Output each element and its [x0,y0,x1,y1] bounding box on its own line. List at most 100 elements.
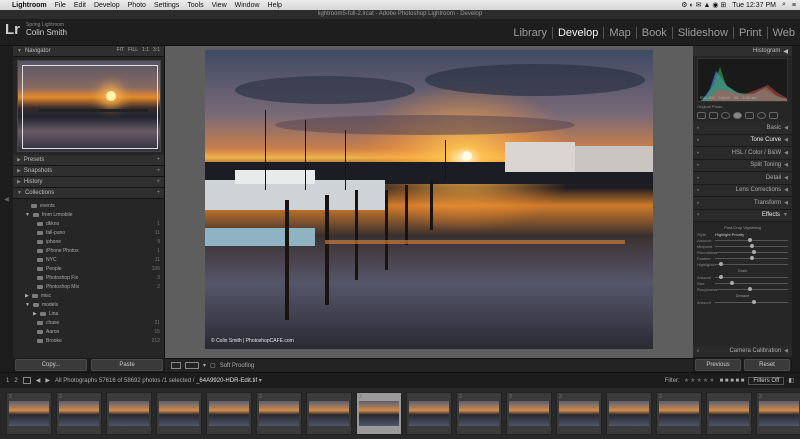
module-slideshow[interactable]: Slideshow [673,27,734,39]
checkbox-icon[interactable]: ▢ [210,362,216,369]
reset-button[interactable]: Reset [744,359,790,371]
module-library[interactable]: Library [508,27,553,39]
filmstrip-thumbnail[interactable]: 3 [256,392,302,435]
filmstrip-thumbnail[interactable]: 3 [506,392,552,435]
status-icons[interactable]: ⚙ ◐ ✉ ▲ ◉ ⊞ [681,1,726,9]
clock[interactable]: Tue 12:37 PM [732,2,776,9]
dropdown-chevron-icon[interactable]: ▾ [203,362,206,369]
adjustment-brush-icon[interactable] [769,112,778,119]
list-item[interactable]: Photoshop Mix 2 [17,282,160,291]
navigator-preview[interactable] [17,60,161,152]
style-select[interactable]: Highlight Priority [715,232,744,237]
grid-view-icon[interactable] [22,377,31,384]
list-item[interactable]: NYC 11 [17,255,160,264]
filters-off-select[interactable]: Filters Off [748,376,785,385]
section-split-toning[interactable]: ▸ Split Toning ◀ [693,159,792,172]
list-item[interactable]: ▼ from Lrmobile [17,210,160,219]
section-transform[interactable]: ▸ Transform ◀ [693,197,792,210]
slider-knob[interactable] [718,261,723,266]
right-panel-toggle[interactable] [792,46,800,372]
section-tone-curve[interactable]: ▸ Tone Curve ◀ [693,134,792,147]
soft-proofing-label[interactable]: Soft Proofing [220,363,255,369]
left-panel-toggle[interactable]: ◀ [0,46,13,372]
back-arrow-icon[interactable]: ◀ [36,377,41,384]
flag-filter-icons[interactable]: ■ ■ ■ ■ ■ [720,378,745,384]
slider-row[interactable]: Amount [697,299,788,305]
list-item[interactable]: iphone 9 [17,237,160,246]
histogram-chart[interactable]: ISO 400 14mm f/8 1/30 sec [697,58,788,102]
menu-photo[interactable]: Photo [128,2,146,9]
rating-filter-stars[interactable]: ★★★★★ [684,377,716,384]
forward-arrow-icon[interactable]: ▶ [45,377,50,384]
menu-view[interactable]: View [212,2,227,9]
list-item[interactable]: fall-pano 11 [17,228,160,237]
menu-edit[interactable]: Edit [74,2,86,9]
filmstrip-thumbnail[interactable]: 3 [756,392,800,435]
filmstrip-thumbnail[interactable]: 2 [6,392,52,435]
snapshots-header[interactable]: ▶ Snapshots + [13,166,164,177]
source-path[interactable]: All Photographs 57616 of 58692 photos /1… [55,377,262,384]
list-item[interactable]: ▶ misc [17,291,160,300]
filter-lock-icon[interactable]: ◧ [788,377,794,384]
navigator-header[interactable]: ▼ Navigator FIT FILL 1:1 3:1 [13,46,164,57]
filmstrip-thumbnail[interactable] [206,392,252,435]
zoom-3-1[interactable]: 3:1 [153,47,160,53]
list-item[interactable]: ▼ models [17,300,160,309]
filmstrip-thumbnail[interactable] [706,392,752,435]
filmstrip-thumbnail[interactable] [606,392,652,435]
red-eye-icon[interactable] [733,112,742,119]
list-item[interactable]: ▶ Lina [17,309,160,318]
zoom-fill[interactable]: FILL [128,47,138,53]
copy-button[interactable]: Copy... [15,359,87,371]
collections-header[interactable]: ▼ Collections + [13,188,164,199]
graduated-filter-icon[interactable] [745,112,754,119]
clear-history-icon[interactable]: × [156,179,160,185]
previous-button[interactable]: Previous [695,359,741,371]
paste-button[interactable]: Paste [91,359,163,371]
menu-app-name[interactable]: Lightroom [12,2,47,9]
before-after-icon[interactable] [185,362,199,369]
filmstrip-thumbnail[interactable]: 3 [56,392,102,435]
section-lens-corrections[interactable]: ▸ Lens Corrections ◀ [693,184,792,197]
add-collection-icon[interactable]: + [156,190,160,196]
section-hsl[interactable]: ▸ HSL / Color / B&W ◀ [693,147,792,160]
section-camera-calibration[interactable]: ▸ Camera Calibration ◀ [693,345,792,358]
grid-overlay-icon[interactable] [697,112,706,119]
slider-knob[interactable] [729,280,734,285]
zoom-1-1[interactable]: 1:1 [142,47,149,53]
histogram-header[interactable]: Histogram ◀ [693,46,792,56]
filmstrip-thumbnail[interactable] [306,392,352,435]
slider-knob[interactable] [751,299,756,304]
add-preset-icon[interactable]: + [156,157,160,163]
menu-settings[interactable]: Settings [154,2,179,9]
history-header[interactable]: ▶ History × [13,177,164,188]
slider-knob[interactable] [751,249,756,254]
menu-window[interactable]: Window [235,2,260,9]
list-item[interactable]: Photoshop Fix 3 [17,273,160,282]
menu-help[interactable]: Help [268,2,282,9]
loupe-view-icon[interactable] [171,362,181,369]
slider-row[interactable]: Highlights [697,261,788,267]
filmstrip-thumbnail[interactable]: 3 [656,392,702,435]
section-basic[interactable]: ▸ Basic ◀ [693,122,792,135]
filmstrip-thumbnail[interactable]: 3 [556,392,602,435]
navigator-view-frame[interactable] [22,65,158,149]
slider-knob[interactable] [718,274,723,279]
spot-removal-icon[interactable] [721,112,730,119]
list-item[interactable]: Aaron 15 [17,327,160,336]
add-snapshot-icon[interactable]: + [156,168,160,174]
menu-file[interactable]: File [55,2,66,9]
filmstrip-thumbnail[interactable]: 3 [356,392,402,435]
list-item[interactable]: chase 21 [17,318,160,327]
list-item[interactable]: events [17,201,160,210]
filmstrip-thumbnail[interactable] [156,392,202,435]
filmstrip-thumbnail[interactable] [106,392,152,435]
section-effects[interactable]: ▾ Effects ▼ [693,209,792,222]
filmstrip-thumbnail[interactable]: 3 [456,392,502,435]
module-map[interactable]: Map [604,27,637,39]
section-detail[interactable]: ▸ Detail ◀ [693,172,792,185]
list-item[interactable]: People 136 [17,264,160,273]
page-1-button[interactable]: 1 [6,378,9,384]
crop-icon[interactable] [709,112,718,119]
slider-row[interactable]: Roughness [697,286,788,292]
